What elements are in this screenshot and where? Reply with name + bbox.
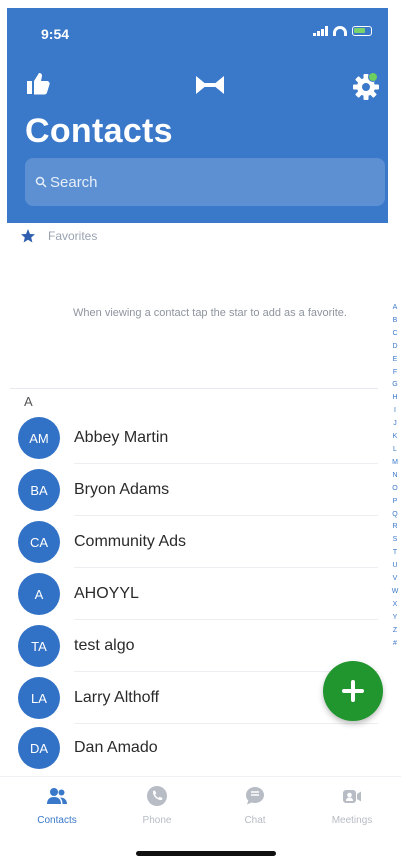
index-letter[interactable]: K [393,431,398,444]
settings-gear-icon[interactable] [349,68,383,102]
alphabet-index[interactable]: A B C D E F G H I J K L M N O P Q R S T … [391,302,399,650]
index-letter[interactable]: S [393,534,398,547]
avatar: BA [18,469,60,511]
phone-icon [147,786,167,806]
app-header: 9:54 Contacts Search [7,8,388,223]
search-placeholder: Search [50,173,98,191]
app-logo-icon[interactable] [195,74,225,96]
battery-icon [352,26,372,36]
index-letter[interactable]: Z [393,625,397,638]
add-contact-button[interactable] [323,661,383,721]
contact-name: Bryon Adams [74,481,170,498]
contact-row[interactable]: DA Dan Amado [18,722,378,774]
status-icons [313,26,372,36]
avatar: CA [18,521,60,563]
favorites-hint: When viewing a contact tap the star to a… [73,307,347,319]
contact-row[interactable]: A AHOYYL [18,568,378,620]
avatar: AM [18,417,60,459]
page-title: Contacts [25,112,173,150]
index-letter[interactable]: A [393,302,398,315]
index-letter[interactable]: D [392,341,397,354]
status-time: 9:54 [41,26,70,42]
tab-meetings[interactable]: Meetings [307,785,397,826]
wifi-icon [333,26,347,36]
contact-row[interactable]: BA Bryon Adams [18,464,378,516]
favorites-header: Favorites [20,228,97,244]
avatar: LA [18,677,60,719]
notification-badge [368,72,378,82]
star-icon [21,229,35,243]
divider [10,388,378,389]
index-letter[interactable]: J [393,418,397,431]
index-letter[interactable]: R [392,521,397,534]
index-letter[interactable]: C [392,328,397,341]
avatar: TA [18,625,60,667]
favorites-label: Favorites [48,229,98,243]
index-letter[interactable]: H [392,392,397,405]
index-letter[interactable]: L [393,444,397,457]
index-letter[interactable]: E [393,354,398,367]
contact-name: Community Ads [74,533,187,550]
tab-contacts[interactable]: Contacts [12,785,102,826]
search-input[interactable]: Search [25,158,385,206]
search-icon [35,176,47,188]
tab-bar: Contacts Phone Chat Meetings [0,776,401,836]
video-icon [343,790,361,803]
contact-row[interactable]: CA Community Ads [18,516,378,568]
index-letter[interactable]: Q [392,509,397,522]
status-bar: 9:54 [7,8,388,48]
contact-row[interactable]: TA test algo [18,620,378,672]
index-letter[interactable]: B [393,315,398,328]
tab-chat[interactable]: Chat [210,785,300,826]
contact-name: Larry Althoff [74,689,160,706]
index-letter[interactable]: G [392,379,397,392]
chat-icon [246,787,264,805]
index-letter[interactable]: M [392,457,398,470]
index-letter[interactable]: Y [393,612,398,625]
tab-label: Chat [244,815,266,826]
index-letter[interactable]: W [392,586,399,599]
thumbs-up-icon[interactable] [25,70,51,96]
index-letter[interactable]: F [393,367,397,380]
index-letter[interactable]: X [393,599,398,612]
index-letter[interactable]: V [393,573,398,586]
index-letter[interactable]: T [393,547,397,560]
tab-label: Meetings [331,815,373,826]
index-letter[interactable]: N [392,470,397,483]
home-indicator [136,851,276,856]
contact-name: Abbey Martin [74,429,169,446]
section-letter: A [24,394,33,409]
index-letter[interactable]: # [393,638,397,651]
index-letter[interactable]: U [392,560,397,573]
contact-name: Dan Amado [74,739,158,756]
index-letter[interactable]: O [392,483,397,496]
index-letter[interactable]: I [394,405,396,418]
contact-name: AHOYYL [74,585,139,602]
avatar: A [18,573,60,615]
people-icon [47,788,67,804]
contact-row[interactable]: AM Abbey Martin [18,412,378,464]
avatar: DA [18,727,60,769]
tab-phone[interactable]: Phone [112,785,202,826]
tab-label: Phone [142,815,172,826]
contact-name: test algo [74,637,135,654]
index-letter[interactable]: P [393,496,398,509]
signal-icon [313,26,328,36]
plus-icon [342,680,364,702]
tab-label: Contacts [37,815,77,826]
